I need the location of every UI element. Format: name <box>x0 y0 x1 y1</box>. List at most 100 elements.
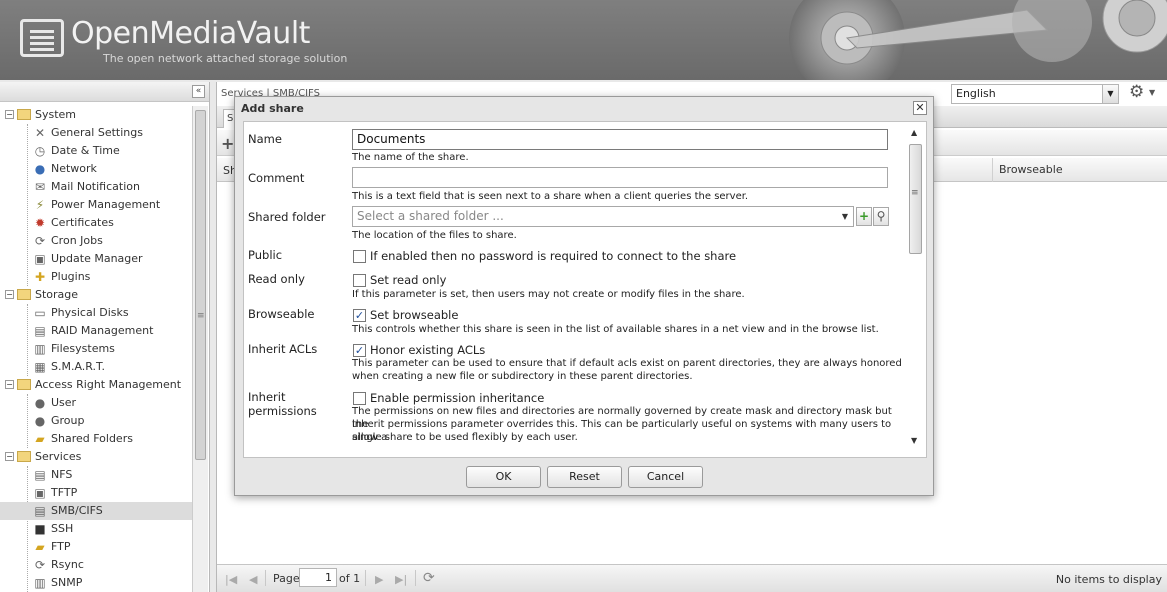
column-header-browseable[interactable]: Browseable <box>992 158 1063 182</box>
inherit-permissions-checkbox-label[interactable]: Enable permission inheritance <box>370 391 544 405</box>
collapse-toggle-icon[interactable]: − <box>5 110 14 119</box>
navigation-scrollbar[interactable]: ≡ <box>192 106 208 592</box>
folder-icon <box>17 379 31 390</box>
sidebar-item-smb-cifs[interactable]: ▤ SMB/CIFS <box>0 502 192 520</box>
read-only-checkbox[interactable] <box>353 274 366 287</box>
sidebar-item-general-settings[interactable]: ✕ General Settings <box>0 124 192 142</box>
shared-folder-icon: ▰ <box>35 432 45 446</box>
add-shared-folder-button[interactable]: + <box>856 207 872 226</box>
sidebar-item-raid-management[interactable]: ▤ RAID Management <box>0 322 192 340</box>
raid-icon: ▤ <box>34 324 46 338</box>
cron-icon: ⟳ <box>34 234 46 248</box>
shared-folder-select[interactable]: Select a shared folder ... ▼ <box>352 206 854 227</box>
browseable-checkbox-label[interactable]: Set browseable <box>370 308 458 322</box>
sidebar-item-tftp[interactable]: ▣ TFTP <box>0 484 192 502</box>
puzzle-icon: ✚ <box>34 270 46 284</box>
sidebar-item-cron-jobs[interactable]: ⟳ Cron Jobs <box>0 232 192 250</box>
sidebar-item-ssh[interactable]: ■ SSH <box>0 520 192 538</box>
name-field[interactable]: Documents <box>352 129 888 150</box>
language-select[interactable]: English ▼ <box>951 84 1119 104</box>
sidebar-item-date-time[interactable]: ◷ Date & Time <box>0 142 192 160</box>
chevron-down-icon[interactable]: ▼ <box>1149 88 1155 97</box>
public-checkbox[interactable] <box>353 250 366 263</box>
power-icon: ⚡ <box>35 198 45 212</box>
gear-icon[interactable]: ⚙ <box>1129 82 1144 102</box>
scroll-down-icon[interactable]: ▼ <box>911 436 917 445</box>
sidebar-item-label: Shared Folders <box>51 432 133 445</box>
add-share-dialog: Add share ✕ Name Documents The name of t… <box>234 96 934 496</box>
inherit-acls-checkbox[interactable]: ✓ <box>353 344 366 357</box>
page-number-input[interactable]: 1 <box>299 568 337 587</box>
sidebar-item-shared-folders[interactable]: ▰ Shared Folders <box>0 430 192 448</box>
update-icon: ▣ <box>34 252 46 266</box>
ok-button[interactable]: OK <box>466 466 541 488</box>
sidebar-item-ftp[interactable]: ▰ FTP <box>0 538 192 556</box>
hard-disk-graphic <box>789 0 1167 80</box>
chevron-down-icon[interactable]: ▼ <box>837 207 853 226</box>
inherit-acls-checkbox-label[interactable]: Honor existing ACLs <box>370 343 485 357</box>
sidebar-item-filesystems[interactable]: ▥ Filesystems <box>0 340 192 358</box>
app-title: OpenMediaVault <box>71 16 310 51</box>
rsync-icon: ⟳ <box>34 558 46 572</box>
chevron-down-icon[interactable]: ▼ <box>1102 85 1118 103</box>
browseable-help: This controls whether this share is seen… <box>352 324 879 335</box>
sidebar-item-mail-notification[interactable]: ✉ Mail Notification <box>0 178 192 196</box>
collapse-toggle-icon[interactable]: − <box>5 452 14 461</box>
refresh-icon[interactable]: ⟳ <box>423 570 435 586</box>
scrollbar-thumb[interactable] <box>909 144 922 254</box>
add-icon[interactable]: + <box>221 134 234 153</box>
scrollbar-thumb[interactable] <box>195 110 206 460</box>
page-label: Page <box>273 572 300 585</box>
tree-category-services[interactable]: − Services <box>0 448 192 466</box>
read-only-checkbox-label[interactable]: Set read only <box>370 273 446 287</box>
last-page-icon[interactable]: ▶| <box>395 573 407 586</box>
first-page-icon[interactable]: |◀ <box>225 573 237 586</box>
sidebar-item-update-manager[interactable]: ▣ Update Manager <box>0 250 192 268</box>
sidebar-item-rsync[interactable]: ⟳ Rsync <box>0 556 192 574</box>
sidebar-item-label: SNMP <box>51 576 83 589</box>
dialog-scrollbar[interactable]: ▲ ≡ ▼ <box>908 128 924 448</box>
folder-icon <box>17 451 31 462</box>
read-only-label: Read only <box>248 272 305 286</box>
comment-field[interactable] <box>352 167 888 188</box>
scroll-up-icon[interactable]: ▲ <box>911 128 917 137</box>
reset-button[interactable]: Reset <box>547 466 622 488</box>
inherit-acls-help-line2: when creating a new file or subdirectory… <box>352 371 693 382</box>
collapse-panel-button[interactable]: « <box>192 85 205 98</box>
sidebar-item-label: SSH <box>51 522 74 535</box>
sidebar-item-group[interactable]: ● Group <box>0 412 192 430</box>
sidebar-item-label: Cron Jobs <box>51 234 103 247</box>
sidebar-item-label: FTP <box>51 540 71 553</box>
sidebar-item-network[interactable]: ● Network <box>0 160 192 178</box>
inherit-permissions-label-line1: Inherit <box>248 390 286 404</box>
public-checkbox-label[interactable]: If enabled then no password is required … <box>370 249 736 263</box>
cancel-button[interactable]: Cancel <box>628 466 703 488</box>
next-page-icon[interactable]: ▶ <box>375 573 383 586</box>
shared-folder-help: The location of the files to share. <box>352 230 517 241</box>
previous-page-icon[interactable]: ◀ <box>249 573 257 586</box>
tree-category-label: Services <box>35 450 82 463</box>
folder-icon <box>17 289 31 300</box>
tree-category-system[interactable]: − System <box>0 106 192 124</box>
search-icon[interactable]: ⚲ <box>873 207 889 226</box>
sidebar-item-certificates[interactable]: ✹ Certificates <box>0 214 192 232</box>
navigation-panel-header: « <box>0 82 209 102</box>
collapse-toggle-icon[interactable]: − <box>5 380 14 389</box>
sidebar-item-user[interactable]: ● User <box>0 394 192 412</box>
sidebar-item-label: Filesystems <box>51 342 115 355</box>
tree-category-access-right-management[interactable]: − Access Right Management <box>0 376 192 394</box>
browseable-checkbox[interactable]: ✓ <box>353 309 366 322</box>
sidebar-item-plugins[interactable]: ✚ Plugins <box>0 268 192 286</box>
sidebar-item-nfs[interactable]: ▤ NFS <box>0 466 192 484</box>
sidebar-item-snmp[interactable]: ▥ SNMP <box>0 574 192 592</box>
tree-category-storage[interactable]: − Storage <box>0 286 192 304</box>
clock-icon: ◷ <box>34 144 46 158</box>
sidebar-item-smart[interactable]: ▦ S.M.A.R.T. <box>0 358 192 376</box>
language-select-value: English <box>956 87 996 100</box>
sidebar-item-physical-disks[interactable]: ▭ Physical Disks <box>0 304 192 322</box>
sidebar-item-power-management[interactable]: ⚡ Power Management <box>0 196 192 214</box>
inherit-permissions-checkbox[interactable] <box>353 392 366 405</box>
shared-folder-label: Shared folder <box>248 210 326 224</box>
collapse-toggle-icon[interactable]: − <box>5 290 14 299</box>
close-icon[interactable]: ✕ <box>913 101 927 115</box>
